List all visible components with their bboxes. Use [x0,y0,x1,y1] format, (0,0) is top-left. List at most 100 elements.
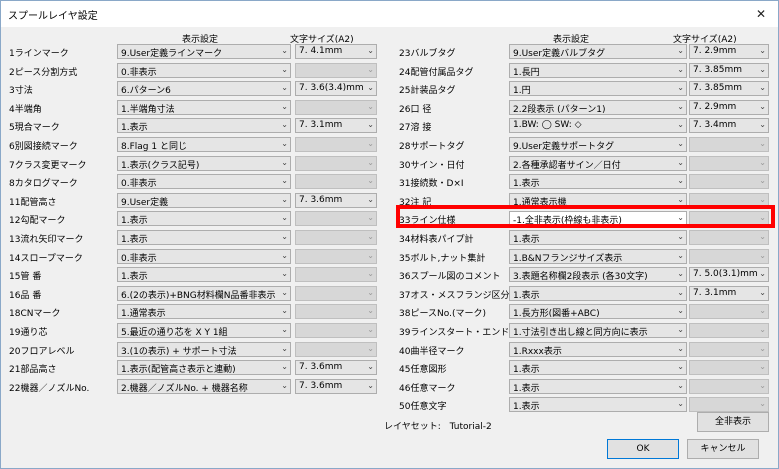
chevron-down-icon: ⌄ [281,157,288,167]
size-value: 7. 3.6mm [299,380,343,391]
right-display-select[interactable]: 2.各種承認者サイン／日付 ⌄ [509,155,687,171]
chevron-down-icon: ⌄ [367,139,374,148]
right-font-size-select[interactable]: 7. 3.85mm ⌄ [689,62,769,78]
chevron-down-icon: ⌄ [759,139,766,148]
left-font-size-select[interactable]: 7. 4.1mm ⌄ [295,44,377,59]
cancel-button[interactable]: キャンセル [687,439,759,459]
right-display-select[interactable]: 1.表示 ⌄ [509,360,687,376]
right-display-select[interactable]: 1.表示 ⌄ [509,285,687,301]
left-row-label: 15管 番 [9,272,42,283]
right-font-size-select[interactable]: 7. 3.4mm ⌄ [689,118,769,134]
right-row-label: 23バルブタグ [399,49,456,59]
right-display-select[interactable]: 1.寸法引き出し線と同方向に表示 ⌄ [509,323,687,338]
chevron-down-icon: ⌄ [367,362,374,372]
left-font-size-select: ⌄ [295,174,377,190]
left-display-select[interactable]: 1.半端角寸法 ⌄ [117,99,291,115]
right-font-size-select: ⌄ [689,155,769,171]
right-display-select[interactable]: 1.表示 ⌄ [509,230,687,245]
right-font-size-select[interactable]: 7. 3.85mm ⌄ [689,81,769,97]
right-row-label: 30サイン・日付 [399,160,465,171]
left-font-size-select[interactable]: 7. 3.6(3.4)mm ⌄ [295,81,377,97]
display-value: 6.パターン6 [121,86,171,97]
left-row-label: 3寸法 [9,86,33,97]
right-display-select[interactable]: 9.User定義バルブタグ ⌄ [509,44,687,59]
left-display-select[interactable]: 6.パターン6 ⌄ [117,81,291,97]
left-display-select[interactable]: 9.User定義ラインマーク ⌄ [117,44,291,59]
right-display-select[interactable]: 1.Rxxx表示 ⌄ [509,341,687,357]
left-display-select[interactable]: 0.非表示 ⌄ [117,62,291,78]
chevron-down-icon: ⌄ [281,325,288,334]
chevron-down-icon: ⌄ [759,380,766,390]
size-value: 7. 3.1mm [299,120,343,131]
right-display-select[interactable]: 1.長方形(図番+ABC) ⌄ [509,304,687,320]
left-font-size-select[interactable]: 7. 3.1mm ⌄ [295,118,377,134]
right-font-size-select[interactable]: 7. 2.9mm ⌄ [689,99,769,115]
chevron-down-icon: ⌄ [281,343,288,353]
left-row-label: 1ラインマーク [9,49,69,59]
right-display-select[interactable]: 1.B&Nフランジサイズ表示 ⌄ [509,248,687,264]
left-display-select[interactable]: 1.通常表示 ⌄ [117,304,291,320]
ok-button[interactable]: OK [607,439,679,459]
right-display-select[interactable]: 3.表題名称欄2段表示 (各30文字) ⌄ [509,267,687,283]
left-display-select[interactable]: 1.表示 ⌄ [117,267,291,283]
window-title: スプールレイヤ設定 [8,11,98,22]
chevron-down-icon: ⌄ [677,343,684,353]
right-display-select[interactable]: 1.BW: ◯ SW: ◇ ⌄ [509,118,687,134]
chevron-down-icon: ⌄ [759,232,766,241]
left-row-label: 20フロアレベル [9,346,75,357]
left-display-select[interactable]: 9.User定義 ⌄ [117,192,291,208]
right-display-select[interactable]: 1.表示 ⌄ [509,174,687,190]
left-display-select[interactable]: 1.表示 ⌄ [117,211,291,227]
left-display-select[interactable]: 1.表示(配管高さ表示と連動) ⌄ [117,360,291,376]
left-display-select[interactable]: 0.非表示 ⌄ [117,174,291,190]
chevron-down-icon: ⌄ [367,120,374,130]
size-value: 7. 4.1mm [299,46,343,56]
size-value: 7. 3.85mm [693,64,743,75]
close-icon[interactable]: ✕ [744,1,778,27]
chevron-down-icon: ⌄ [759,120,766,130]
chevron-down-icon: ⌄ [677,194,684,204]
chevron-down-icon: ⌄ [759,194,766,204]
right-display-select[interactable]: 2.2段表示 (パターン1) ⌄ [509,99,687,115]
size-value: 7. 3.6mm [299,194,343,205]
left-font-size-select: ⌄ [295,155,377,171]
right-font-size-select[interactable]: 7. 5.0(3.1)mm ⌄ [689,267,769,283]
chevron-down-icon: ⌄ [677,176,684,186]
display-value: 1.表示(クラス記号) [121,160,200,171]
right-display-select[interactable]: 1.長円 ⌄ [509,62,687,78]
left-display-select[interactable]: 6.(2の表示)+BNG材料欄N品番非表示 ⌄ [117,285,291,301]
left-display-select[interactable]: 3.(1の表示) + サポート寸法 ⌄ [117,341,291,357]
right-display-select[interactable]: 1.表示 ⌄ [509,397,687,413]
left-row-label: 18CNマーク [9,309,61,320]
chevron-down-icon: ⌄ [759,46,766,55]
right-display-select[interactable]: 1.表示 ⌄ [509,378,687,394]
chevron-down-icon: ⌄ [281,306,288,316]
left-row-label: 2ピース分割方式 [9,67,78,78]
left-display-select[interactable]: 2.機器／ノズルNo. + 機器名称 ⌄ [117,378,291,394]
chevron-down-icon: ⌄ [281,287,288,297]
chevron-down-icon: ⌄ [759,157,766,167]
left-display-select[interactable]: 1.表示(クラス記号) ⌄ [117,155,291,171]
right-display-select[interactable]: 1.円 ⌄ [509,81,687,97]
size-value: 7. 3.6mm [299,362,343,373]
right-font-size-select[interactable]: 7. 3.1mm ⌄ [689,285,769,301]
left-display-select[interactable]: 5.最近の通り芯を X Y 1組 ⌄ [117,323,291,338]
left-display-select[interactable]: 1.表示 ⌄ [117,118,291,134]
chevron-down-icon: ⌄ [677,83,684,93]
left-display-select[interactable]: 0.非表示 ⌄ [117,248,291,264]
left-font-size-select: ⌄ [295,248,377,264]
right-display-select[interactable]: 9.User定義サポートタグ ⌄ [509,137,687,152]
left-font-size-select[interactable]: 7. 3.6mm ⌄ [295,378,377,394]
left-font-size-select[interactable]: 7. 3.6mm ⌄ [295,192,377,208]
left-row-label: 11配管高さ [9,197,57,208]
left-font-size-select[interactable]: 7. 3.6mm ⌄ [295,360,377,376]
all-hide-button[interactable]: 全非表示 [697,412,769,432]
display-value: 0.非表示 [121,67,157,78]
left-display-select[interactable]: 8.Flag 1 と同じ ⌄ [117,137,291,152]
right-font-size-select[interactable]: 7. 2.9mm ⌄ [689,44,769,59]
left-display-select[interactable]: 1.表示 ⌄ [117,230,291,245]
right-row-label: 37オス・メスフランジ区分 [399,290,510,301]
left-font-size-select: ⌄ [295,62,377,78]
right-row-label: 28サポートタグ [399,142,465,152]
chevron-down-icon: ⌄ [759,399,766,409]
